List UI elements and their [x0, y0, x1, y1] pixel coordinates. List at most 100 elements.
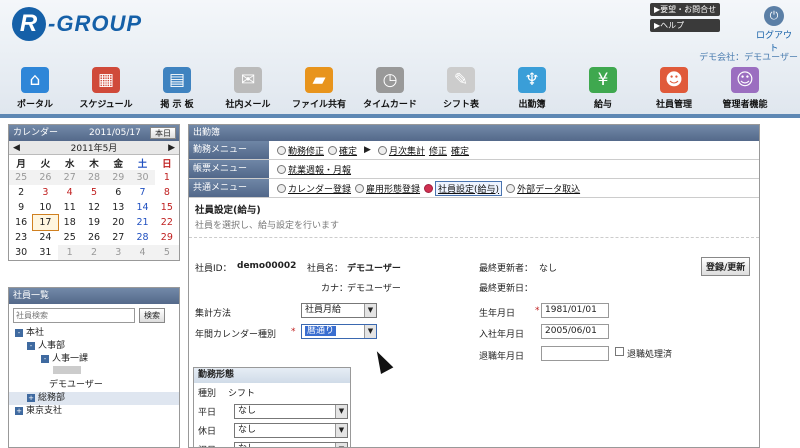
calendar-day[interactable]: 4: [58, 185, 82, 200]
calendar-day[interactable]: 19: [82, 215, 106, 230]
menu-external-import[interactable]: 外部データ取込: [506, 182, 580, 195]
help-button[interactable]: ▶ヘルプ: [650, 19, 721, 32]
calendar-day[interactable]: 1: [155, 170, 179, 185]
calc-method-select[interactable]: 社員月給 ▼: [301, 303, 377, 318]
menu-work-edit[interactable]: 勤務修正: [277, 144, 324, 157]
calendar-day[interactable]: 30: [9, 245, 33, 260]
menu-monthly-confirm[interactable]: 確定: [451, 144, 469, 157]
year-calendar-select[interactable]: 暦通り ▼: [301, 324, 377, 339]
collapse-icon[interactable]: -: [27, 342, 35, 350]
calendar-day[interactable]: 29: [106, 170, 131, 185]
emp-name-value: デモユーザー: [347, 264, 401, 274]
nav-item[interactable]: ▦ スケジュール: [71, 64, 141, 114]
calendar-day[interactable]: 4: [130, 245, 155, 260]
calendar-day[interactable]: 22: [155, 215, 179, 230]
calendar-day[interactable]: 7: [130, 185, 154, 200]
calendar-day[interactable]: 29: [155, 230, 179, 245]
national-holiday-shift-select[interactable]: なし▼: [234, 442, 348, 447]
calendar-day[interactable]: 5: [82, 185, 106, 200]
calendar-day[interactable]: 13: [106, 200, 130, 215]
employee-search-button[interactable]: 検索: [139, 308, 165, 323]
nav-item[interactable]: ✎ シフト表: [426, 64, 496, 114]
calendar-day[interactable]: 9: [9, 200, 33, 215]
calendar-day[interactable]: 25: [9, 170, 34, 185]
inquiry-button[interactable]: ▶要望・お問合せ: [650, 3, 721, 16]
nav-item[interactable]: ▤ 掲 示 板: [142, 64, 212, 114]
menu-weekly-report[interactable]: 就業週報・月報: [277, 163, 351, 176]
weekday-header: 金: [113, 158, 124, 170]
calendar-day[interactable]: 16: [9, 215, 33, 230]
logout-button[interactable]: ⏻ ログアウト: [752, 6, 796, 54]
calendar-day[interactable]: 31: [33, 245, 57, 260]
employee-search-input[interactable]: [13, 308, 135, 323]
calendar-day[interactable]: 26: [33, 170, 58, 185]
nav-item[interactable]: ☻ 社員管理: [639, 64, 709, 114]
retired-checkbox[interactable]: [615, 347, 624, 356]
org-tree: - 本社 - 人事部 - 人事一課 デモユーザー + 総務部 + 東京支社: [9, 327, 179, 418]
calendar-day[interactable]: 25: [58, 230, 82, 245]
register-update-button[interactable]: 登録/更新: [701, 257, 751, 276]
calendar-day[interactable]: 26: [82, 230, 106, 245]
collapse-icon[interactable]: -: [41, 355, 49, 363]
calendar-day[interactable]: 12: [82, 200, 106, 215]
menu-monthly-total[interactable]: 月次集計: [377, 144, 425, 157]
tree-node[interactable]: + 東京支社: [9, 405, 179, 418]
nav-item[interactable]: ⌂ ポータル: [0, 64, 70, 114]
calendar-day[interactable]: 3: [33, 185, 57, 200]
calendar-day[interactable]: 11: [58, 200, 82, 215]
calendar-day[interactable]: 27: [57, 170, 82, 185]
calendar-panel: カレンダー 2011/05/17 本日 ◀ 2011年5月 ▶ 月火水木金土日 …: [8, 124, 180, 261]
nav-item[interactable]: ◷ タイムカード: [355, 64, 425, 114]
leave-date-input[interactable]: [541, 346, 609, 361]
next-month-icon[interactable]: ▶: [168, 143, 175, 153]
tree-node[interactable]: - 人事一課: [9, 353, 179, 366]
calendar-day[interactable]: 28: [81, 170, 107, 185]
calendar-day[interactable]: 14: [130, 200, 154, 215]
nav-item[interactable]: ☺ 管理者機能: [710, 64, 780, 114]
calendar-day[interactable]: 18: [58, 215, 82, 230]
tree-node[interactable]: + 総務部: [9, 392, 179, 405]
calendar-day[interactable]: 17: [32, 214, 59, 231]
menu-confirm[interactable]: 確定: [328, 144, 357, 157]
holiday-shift-select[interactable]: なし ▼: [234, 423, 348, 438]
collapse-icon[interactable]: -: [15, 329, 23, 337]
today-button[interactable]: 本日: [150, 127, 176, 139]
nav-item[interactable]: ♆ 出勤簿: [497, 64, 567, 114]
menu-employee-settings[interactable]: 社員設定(給与): [424, 180, 503, 196]
nav-item[interactable]: ¥ 給与: [568, 64, 638, 114]
join-date-input[interactable]: 2005/06/01: [541, 324, 609, 339]
calendar-day[interactable]: 6: [106, 185, 130, 200]
calendar-day[interactable]: 5: [154, 245, 179, 260]
calendar-day[interactable]: 15: [155, 200, 179, 215]
birth-date-input[interactable]: 1981/01/01: [541, 303, 609, 318]
tree-node[interactable]: - 人事部: [9, 340, 179, 353]
nav-item[interactable]: ▰ ファイル共有: [284, 64, 354, 114]
app-header: R -GROUP ▶要望・お問合せ ▶ヘルプ ⏻ ログアウト デモ会社：デモユーザ…: [0, 0, 800, 118]
calendar-day[interactable]: 23: [9, 230, 33, 245]
calendar-day[interactable]: 21: [130, 215, 154, 230]
tree-node[interactable]: - 本社: [9, 327, 179, 340]
menu-monthly-edit[interactable]: 修正: [429, 144, 447, 157]
tree-leaf-employee[interactable]: デモユーザー: [9, 379, 179, 392]
menu-employment-type[interactable]: 雇用形態登録: [355, 182, 420, 195]
weekday-shift-select[interactable]: なし ▼: [234, 404, 348, 419]
nav-item[interactable]: ✉ 社内メール: [213, 64, 283, 114]
settings-form: 社員ID： demo00002 社員名： デモユーザー カナ： デモユーザー 最…: [189, 255, 759, 447]
expand-icon[interactable]: +: [27, 394, 35, 402]
calendar-day[interactable]: 3: [106, 245, 131, 260]
section-description: 社員を選択し、給与設定を行います: [189, 216, 759, 238]
calendar-day[interactable]: 24: [33, 230, 57, 245]
calendar-day[interactable]: 10: [33, 200, 57, 215]
calendar-day[interactable]: 2: [81, 245, 107, 260]
expand-icon[interactable]: +: [15, 407, 23, 415]
prev-month-icon[interactable]: ◀: [13, 143, 20, 153]
calendar-day[interactable]: 27: [106, 230, 130, 245]
app-logo[interactable]: R -GROUP: [12, 6, 142, 42]
calendar-day[interactable]: 1: [57, 245, 82, 260]
calendar-day[interactable]: 28: [130, 230, 154, 245]
calendar-day[interactable]: 2: [9, 185, 33, 200]
menu-calendar-register[interactable]: カレンダー登録: [277, 182, 351, 195]
calendar-day[interactable]: 30: [130, 170, 155, 185]
calendar-day[interactable]: 8: [155, 185, 179, 200]
calendar-day[interactable]: 20: [106, 215, 130, 230]
